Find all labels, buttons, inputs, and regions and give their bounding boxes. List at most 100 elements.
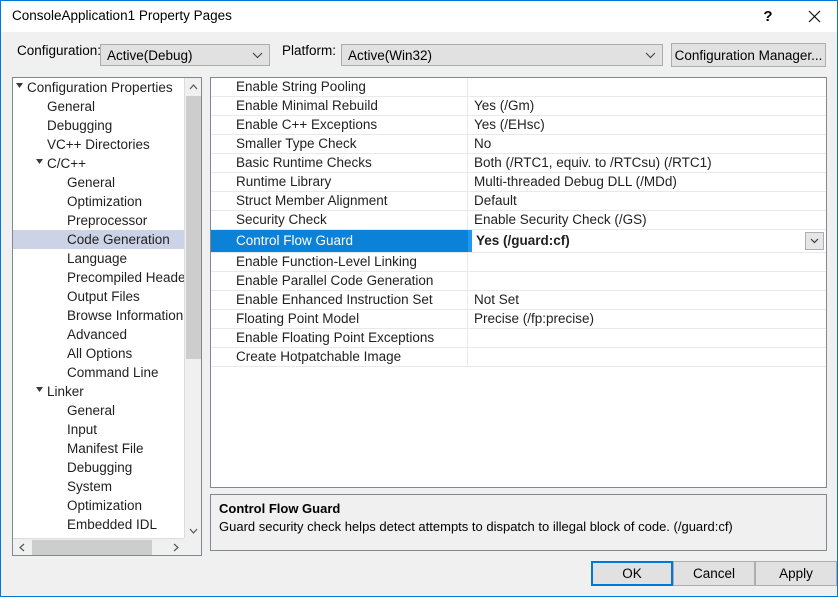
property-row[interactable]: Basic Runtime ChecksBoth (/RTC1, equiv. … [211,154,826,173]
property-value[interactable] [468,78,826,96]
tree-item-label: Debugging [67,460,132,475]
property-value[interactable]: Yes (/Gm) [468,97,826,115]
tree-item-code-generation[interactable]: Code Generation [13,230,184,249]
tree-horizontal-scrollbar[interactable] [13,538,184,555]
platform-combobox[interactable]: Active(Win32) [341,44,663,66]
ok-button[interactable]: OK [591,561,673,586]
tree-item-general[interactable]: General [13,173,184,192]
property-value[interactable]: Enable Security Check (/GS) [468,211,826,229]
configuration-combobox[interactable]: Active(Debug) [100,44,270,66]
tree-item-general[interactable]: General [13,401,184,420]
property-value[interactable]: Yes (/EHsc) [468,116,826,134]
property-row[interactable]: Runtime LibraryMulti-threaded Debug DLL … [211,173,826,192]
panel-splitter[interactable] [203,77,209,556]
property-name: Enable Floating Point Exceptions [211,329,468,347]
tree-item-all-options[interactable]: All Options [13,344,184,363]
property-row[interactable]: Security CheckEnable Security Check (/GS… [211,211,826,230]
close-icon[interactable] [791,1,837,32]
tree-item-label: Command Line [67,365,159,380]
tree-item-label: Precompiled Headers [67,270,184,285]
tree-item-configuration-properties[interactable]: Configuration Properties [13,78,184,97]
value-dropdown-button[interactable] [805,232,824,250]
scrollbar-corner [184,538,201,555]
tree-item-output-files[interactable]: Output Files [13,287,184,306]
property-name: Create Hotpatchable Image [211,348,468,366]
property-row[interactable]: Enable Function-Level Linking [211,253,826,272]
property-row[interactable]: Create Hotpatchable Image [211,348,826,367]
property-value[interactable]: Default [468,192,826,210]
property-value[interactable]: Precise (/fp:precise) [468,310,826,328]
configuration-properties-tree[interactable]: Configuration PropertiesGeneralDebugging… [12,77,202,556]
tree-vertical-scrollbar[interactable] [184,78,201,539]
property-value[interactable] [468,272,826,290]
property-grid-rows: Enable String PoolingEnable Minimal Rebu… [211,78,826,367]
tree-item-manifest-file[interactable]: Manifest File [13,439,184,458]
property-row[interactable]: Struct Member AlignmentDefault [211,192,826,211]
configuration-manager-button[interactable]: Configuration Manager... [671,43,826,67]
tree-item-embedded-idl[interactable]: Embedded IDL [13,515,184,534]
tree-item-label: Browse Information [67,308,183,323]
property-value[interactable]: No [468,135,826,153]
property-pages-dialog: ConsoleApplication1 Property Pages ? Con… [0,0,838,597]
tree-item-command-line[interactable]: Command Line [13,363,184,382]
property-row[interactable]: Control Flow GuardYes (/guard:cf) [211,230,826,253]
property-row[interactable]: Enable C++ ExceptionsYes (/EHsc) [211,116,826,135]
property-value[interactable] [468,348,826,366]
tree-item-label: Code Generation [67,232,170,247]
tree-item-advanced[interactable]: Advanced [13,325,184,344]
property-name: Enable Enhanced Instruction Set [211,291,468,309]
scroll-up-icon[interactable] [185,78,202,95]
tree-item-c-c[interactable]: C/C++ [13,154,184,173]
configuration-bar: Configuration: Active(Debug) Platform: A… [1,32,837,72]
property-row[interactable]: Enable Minimal RebuildYes (/Gm) [211,97,826,116]
property-row[interactable]: Enable Floating Point Exceptions [211,329,826,348]
tree-item-label: Linker [47,384,84,399]
cancel-button[interactable]: Cancel [673,561,755,586]
tree-item-debugging[interactable]: Debugging [13,458,184,477]
tree-expander-icon[interactable] [33,154,47,173]
tree-item-input[interactable]: Input [13,420,184,439]
property-grid[interactable]: Enable String PoolingEnable Minimal Rebu… [210,77,827,488]
tree-expander-icon[interactable] [13,78,27,97]
tree-item-debugging[interactable]: Debugging [13,116,184,135]
property-row[interactable]: Floating Point ModelPrecise (/fp:precise… [211,310,826,329]
tree-item-linker[interactable]: Linker [13,382,184,401]
configuration-combobox-value: Active(Debug) [101,48,251,63]
tree-item-label: C/C++ [47,156,86,171]
tree-item-optimization[interactable]: Optimization [13,192,184,211]
property-name: Enable Function-Level Linking [211,253,468,271]
tree-item-system[interactable]: System [13,477,184,496]
property-row[interactable]: Smaller Type CheckNo [211,135,826,154]
property-row[interactable]: Enable String Pooling [211,78,826,97]
tree-vertical-scrollbar-thumb[interactable] [186,96,201,359]
apply-button[interactable]: Apply [755,561,837,586]
tree-expander-icon[interactable] [33,382,47,401]
property-row[interactable]: Enable Parallel Code Generation [211,272,826,291]
dialog-footer: OK Cancel Apply [1,554,837,596]
tree-item-label: Manifest File [67,441,144,456]
tree-item-optimization[interactable]: Optimization [13,496,184,515]
tree-item-general[interactable]: General [13,97,184,116]
tree-item-preprocessor[interactable]: Preprocessor [13,211,184,230]
property-value[interactable]: Both (/RTC1, equiv. to /RTCsu) (/RTC1) [468,154,826,172]
property-value[interactable] [468,329,826,347]
chevron-down-icon [251,52,269,59]
ok-button-label: OK [622,566,642,581]
property-name: Enable Parallel Code Generation [211,272,468,290]
property-value[interactable]: Not Set [468,291,826,309]
scroll-down-icon[interactable] [185,522,202,539]
tree-item-precompiled-headers[interactable]: Precompiled Headers [13,268,184,287]
tree-item-vc-directories[interactable]: VC++ Directories [13,135,184,154]
tree-item-label: Preprocessor [67,213,147,228]
tree-item-browse-information[interactable]: Browse Information [13,306,184,325]
property-value[interactable] [468,253,826,271]
tree-item-label: Output Files [67,289,140,304]
property-name: Runtime Library [211,173,468,191]
tree-horizontal-scrollbar-thumb[interactable] [32,540,152,555]
tree-scroll-viewport: Configuration PropertiesGeneralDebugging… [13,78,184,539]
tree-item-language[interactable]: Language [13,249,184,268]
property-row[interactable]: Enable Enhanced Instruction SetNot Set [211,291,826,310]
property-value[interactable]: Multi-threaded Debug DLL (/MDd) [468,173,826,191]
help-icon[interactable]: ? [745,1,791,32]
property-value[interactable]: Yes (/guard:cf) [468,230,826,252]
